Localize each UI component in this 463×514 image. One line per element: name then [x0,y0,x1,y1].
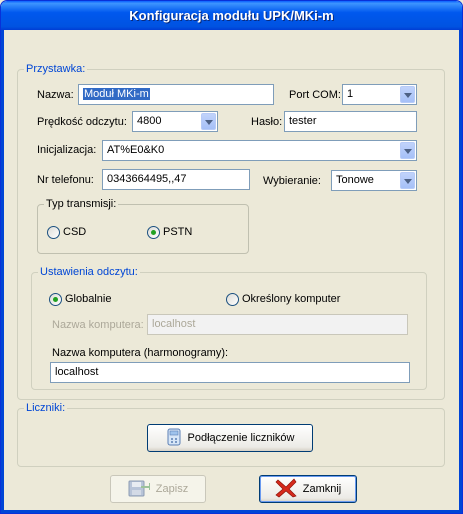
wybieranie-select[interactable]: Tonowe [331,170,417,191]
chevron-down-icon[interactable] [400,172,415,189]
csd-radio[interactable] [47,226,60,239]
config-dialog: Konfiguracja modułu UPK/MKi-m Przystawka… [0,0,463,514]
okreslony-komputer-label[interactable]: Określony komputer [242,293,340,305]
window-frame-bottom [1,510,462,513]
nr-telefonu-label: Nr telefonu: [37,174,94,186]
predkosc-select[interactable]: 4800 [132,111,218,132]
nr-telefonu-input[interactable]: 0343664495,,47 [102,169,250,190]
nazwa-komputera-harm-value: localhost [55,366,99,378]
csd-label[interactable]: CSD [63,226,86,238]
chevron-down-icon[interactable] [400,142,415,159]
haslo-value: tester [289,115,317,127]
podlaczenie-licznikow-button[interactable]: Podłączenie liczników [147,424,313,452]
chevron-down-icon[interactable] [201,113,216,130]
save-icon [128,478,150,501]
zamknij-label: Zamknij [302,483,342,495]
nazwa-komputera-input: localhost [147,314,408,335]
okreslony-komputer-radio[interactable] [226,293,239,306]
predkosc-label: Prędkość odczytu: [37,116,127,128]
nr-telefonu-value: 0343664495,,47 [107,173,187,185]
nazwa-komputera-label: Nazwa komputera: [52,319,144,331]
zamknij-button[interactable]: Zamknij [259,475,357,503]
liczniki-legend: Liczniki: [26,402,66,414]
title-bar[interactable]: Konfiguracja modułu UPK/MKi-m [1,1,462,30]
nazwa-komputera-harm-input[interactable]: localhost [50,362,410,383]
meter-icon [166,428,182,449]
haslo-input[interactable]: tester [284,111,417,132]
chevron-down-icon[interactable] [400,86,415,103]
wybieranie-label: Wybieranie: [263,175,321,187]
window-frame-right [459,30,462,513]
nazwa-value: Moduł MKi-m [83,88,150,100]
podlaczenie-licznikow-label: Podłączenie liczników [187,432,295,444]
zapisz-label: Zapisz [155,483,189,495]
przystawka-legend: Przystawka: [26,63,86,75]
close-icon [275,477,297,501]
inicjalizacja-label: Inicjalizacja: [37,144,97,156]
port-com-select[interactable]: 1 [342,84,417,105]
nazwa-label: Nazwa: [37,89,74,101]
typ-transmisji-legend: Typ transmisji: [46,198,117,210]
globalnie-label[interactable]: Globalnie [65,293,111,305]
wybieranie-value: Tonowe [336,174,374,186]
pstn-radio[interactable] [147,226,160,239]
ustawienia-odczytu-legend: Ustawienia odczytu: [40,266,138,278]
nazwa-komputera-value: localhost [152,318,196,330]
zapisz-button[interactable]: Zapisz [110,475,206,503]
nazwa-komputera-harm-label: Nazwa komputera (harmonogramy): [52,347,229,359]
port-com-value: 1 [347,88,354,100]
predkosc-value: 4800 [137,115,162,127]
port-com-label: Port COM: [289,89,341,101]
globalnie-radio[interactable] [49,293,62,306]
pstn-label[interactable]: PSTN [163,226,192,238]
inicjalizacja-select[interactable]: AT%E0&K0 [102,140,417,161]
inicjalizacja-value: AT%E0&K0 [107,144,165,156]
haslo-label: Hasło: [251,116,283,128]
window-title: Konfiguracja modułu UPK/MKi-m [129,8,334,23]
nazwa-input[interactable]: Moduł MKi-m [78,84,274,105]
window-frame-left [1,30,4,513]
